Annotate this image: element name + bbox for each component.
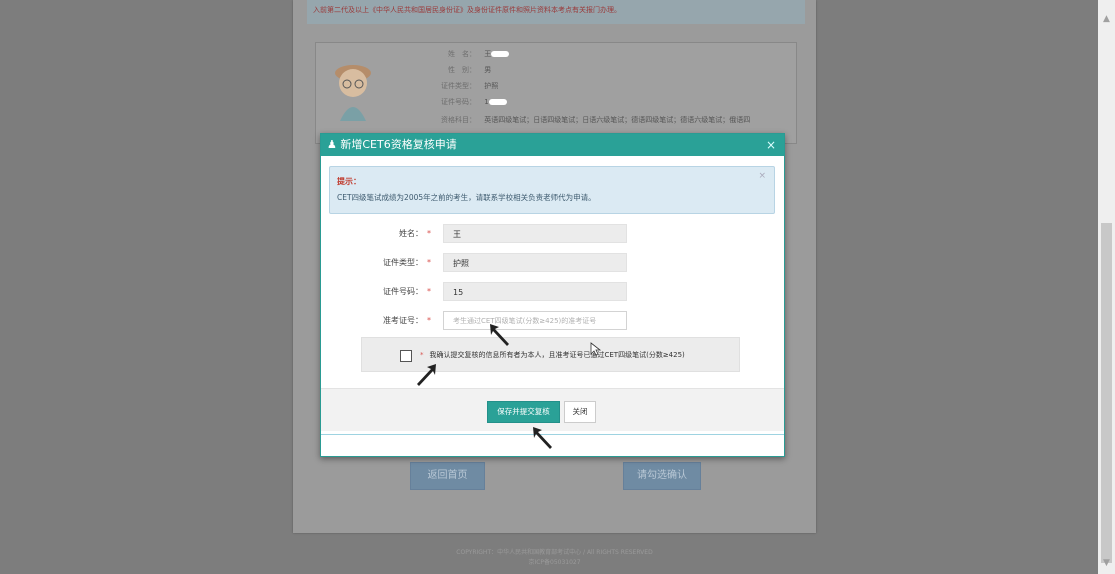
annotation-arrow-icon xyxy=(490,324,509,346)
notice-strip: 入前第二代及以上《中华人民共和国居民身份证》及身份证件原件和照片资料本考点有关报… xyxy=(307,0,805,24)
page-footer: COPYRIGHT：中华人民共和国教育部考试中心 / All RIGHTS RE… xyxy=(293,548,816,568)
close-button[interactable]: 关闭 xyxy=(564,401,596,423)
copyright-text: COPYRIGHT：中华人民共和国教育部考试中心 / All RIGHTS RE… xyxy=(456,549,653,556)
scrollbar-thumb[interactable] xyxy=(1101,223,1112,563)
confirm-checkbox[interactable] xyxy=(400,350,412,362)
ticket-row: 准考证号： * 考生通过CET四级笔试(分数≥425)的准考证号 xyxy=(351,311,771,331)
save-submit-button[interactable]: 保存并提交复核 xyxy=(487,401,560,423)
dialog-header: ♟ 新增CET6资格复核申请 × xyxy=(321,134,784,156)
profile-gender-row: 性 别： 男 xyxy=(448,66,492,74)
profile-name-row: 姓 名： 王 xyxy=(426,49,510,59)
tip-text: CET四级笔试成绩为2005年之前的考生，请联系学校相关负责老师代为申请。 xyxy=(337,193,596,202)
id-number-field: 15 xyxy=(443,282,627,301)
id-type-field: 护照 xyxy=(443,253,627,272)
icp-text: 京ICP备05031027 xyxy=(528,559,581,566)
annotation-arrow-icon xyxy=(417,364,436,386)
name-row: 姓名： * 王 xyxy=(351,224,771,244)
dialog-close-icon[interactable]: × xyxy=(766,134,776,156)
user-icon: ♟ xyxy=(327,138,337,151)
avatar xyxy=(335,65,371,121)
tip-title: 提示： xyxy=(337,177,361,186)
ticket-label: 准考证号： * xyxy=(383,316,431,325)
confirm-select-button[interactable]: 请勾选确认 xyxy=(623,462,701,490)
id-number-label: 证件号码： * xyxy=(383,287,431,296)
dialog-title: 新增CET6资格复核申请 xyxy=(340,138,457,151)
ticket-number-input[interactable]: 考生通过CET四级笔试(分数≥425)的准考证号 xyxy=(443,311,627,330)
id-type-label: 证件类型： * xyxy=(383,258,431,267)
redaction-mask xyxy=(488,99,507,105)
id-type-row: 证件类型： * 护照 xyxy=(351,253,771,273)
redaction-mask xyxy=(491,51,510,57)
scroll-down-icon[interactable]: ▼ xyxy=(1098,558,1115,568)
profile-idtype-row: 证件类型： 护照 xyxy=(441,82,499,90)
back-home-button[interactable]: 返回首页 xyxy=(410,462,485,490)
tip-close-icon[interactable]: × xyxy=(758,171,766,181)
id-number-row: 证件号码： * 15 xyxy=(351,282,771,302)
annotation-arrow-icon xyxy=(533,427,552,449)
name-label: 姓名： * xyxy=(399,229,431,238)
profile-subjects-row: 资格科目： 英语四级笔试；日语四级笔试；日语六级笔试；德语四级笔试；德语六级笔试… xyxy=(441,116,751,124)
review-dialog: ♟ 新增CET6资格复核申请 × 提示： CET四级笔试成绩为2005年之前的考… xyxy=(320,133,785,457)
confirm-text: * 我确认提交复核的信息所有者为本人，且准考证号已通过CET四级笔试(分数≥425… xyxy=(420,351,685,359)
profile-idnumber-row: 证件号码： 1 xyxy=(426,97,507,107)
tip-alert: 提示： CET四级笔试成绩为2005年之前的考生，请联系学校相关负责老师代为申请… xyxy=(329,166,775,214)
mouse-cursor-icon xyxy=(590,342,602,356)
name-field: 王 xyxy=(443,224,627,243)
profile-box: 姓 名： 王 性 别： 男 证件类型： 护照 证件号码： 1 资格科目： 英语四… xyxy=(315,42,797,144)
scroll-up-icon[interactable]: ▲ xyxy=(1098,14,1115,24)
